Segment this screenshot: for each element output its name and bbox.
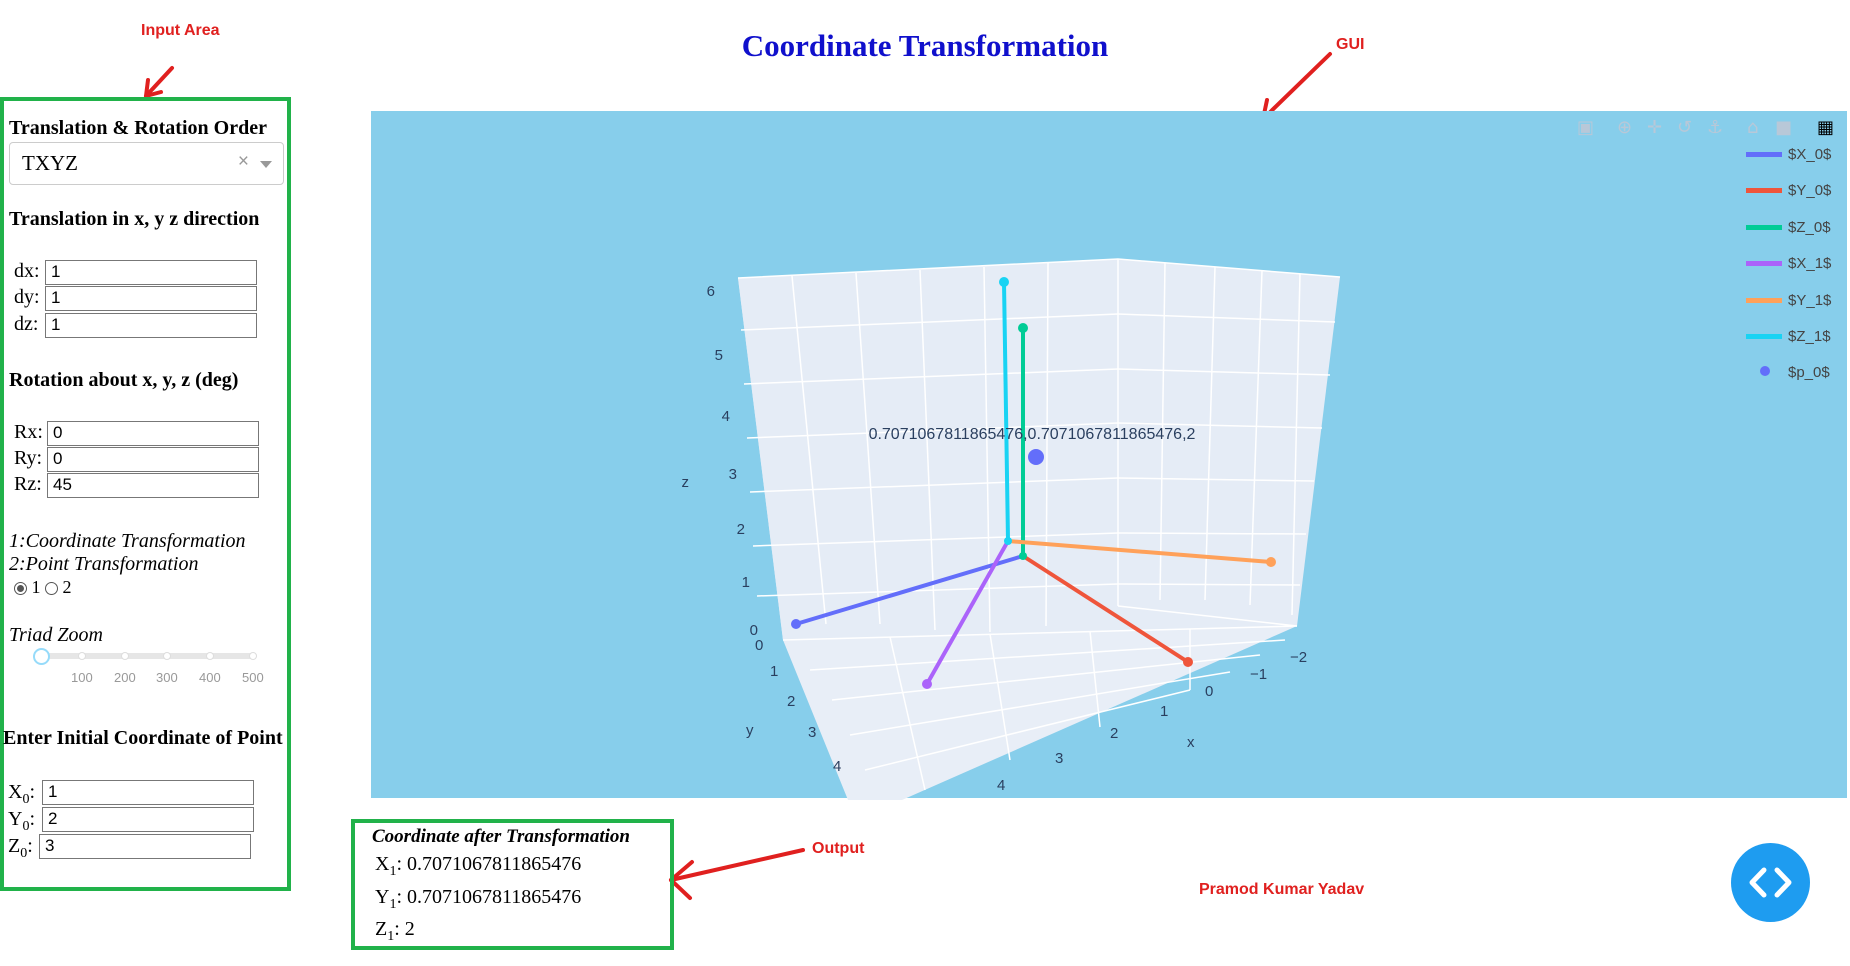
x-tick: −1 — [1250, 666, 1267, 683]
z-tick: 1 — [742, 574, 750, 591]
x-tick: 3 — [1055, 750, 1063, 767]
x-tick: 4 — [997, 777, 1005, 794]
zoom-icon[interactable]: ⊕ — [1617, 117, 1632, 138]
pan-icon[interactable]: ✛ — [1647, 117, 1662, 138]
z-tick: 3 — [729, 466, 737, 483]
z1-output: Z1: 2 — [375, 918, 415, 944]
y0-axis-end — [1183, 657, 1193, 667]
y-tick: 2 — [787, 693, 795, 710]
legend-item-x0[interactable]: $X_0$ — [1788, 146, 1831, 163]
camera-icon[interactable]: ▣ — [1577, 117, 1594, 138]
legend-item-y1[interactable]: $Y_1$ — [1788, 292, 1831, 309]
point-label: 0.7071067811865476,0.7071067811865476,2 — [869, 426, 1196, 443]
output-title: Coordinate after Transformation — [372, 826, 630, 847]
x-tick: −2 — [1290, 649, 1307, 666]
x-tick: 0 — [1205, 683, 1213, 700]
y-tick: 4 — [833, 758, 841, 775]
x0-axis-end — [791, 619, 801, 629]
z-tick: 6 — [707, 283, 715, 300]
orbit-icon[interactable]: ↺ — [1677, 117, 1692, 138]
plotly-logo-icon[interactable]: ▦ — [1817, 117, 1834, 138]
z-tick: 5 — [715, 347, 723, 364]
x1-axis-end — [922, 679, 932, 689]
point-marker — [1028, 449, 1044, 465]
legend-item-z0[interactable]: $Z_0$ — [1788, 219, 1831, 236]
legend-swatch-y0 — [1746, 188, 1782, 193]
y-tick: 0 — [755, 637, 763, 654]
legend-swatch-x0 — [1746, 152, 1782, 157]
legend-swatch-z0 — [1746, 225, 1782, 230]
y-tick: 1 — [770, 663, 778, 680]
z1-axis-end — [999, 277, 1009, 287]
legend-swatch-x1 — [1746, 261, 1782, 266]
x-axis-title: x — [1187, 734, 1195, 751]
floor-pane — [783, 626, 1297, 800]
y-tick: 3 — [808, 724, 816, 741]
legend-item-z1[interactable]: $Z_1$ — [1788, 328, 1831, 345]
home-icon[interactable]: ⌂ — [1747, 117, 1758, 138]
y-axis-title: y — [746, 722, 754, 739]
code-icon — [1749, 867, 1792, 898]
x1-output: X1: 0.7071067811865476 — [375, 853, 582, 879]
y1-axis-end — [1266, 557, 1276, 567]
legend-item-x1[interactable]: $X_1$ — [1788, 255, 1831, 272]
output-panel: Coordinate after Transformation X1: 0.70… — [351, 819, 674, 950]
z0-axis-end — [1018, 323, 1028, 333]
plot-3d-scene[interactable]: 0.7071067811865476,0.7071067811865476,2 … — [0, 0, 1850, 966]
code-button[interactable] — [1731, 843, 1810, 922]
legend-swatch-p0 — [1760, 366, 1770, 376]
x-tick: 2 — [1110, 725, 1118, 742]
camera-view-icon[interactable]: ■ — [1775, 117, 1792, 138]
legend-swatch-y1 — [1746, 298, 1782, 303]
z-tick: 2 — [737, 521, 745, 538]
y1-output: Y1: 0.7071067811865476 — [375, 886, 582, 912]
z-axis-title: z — [682, 474, 690, 491]
x-tick: 1 — [1160, 703, 1168, 720]
turntable-icon[interactable]: ⚓ — [1707, 117, 1723, 138]
legend-swatch-z1 — [1746, 334, 1782, 339]
legend-item-y0[interactable]: $Y_0$ — [1788, 182, 1831, 199]
z-tick: 4 — [722, 408, 730, 425]
legend-item-p0[interactable]: $p_0$ — [1788, 364, 1830, 381]
